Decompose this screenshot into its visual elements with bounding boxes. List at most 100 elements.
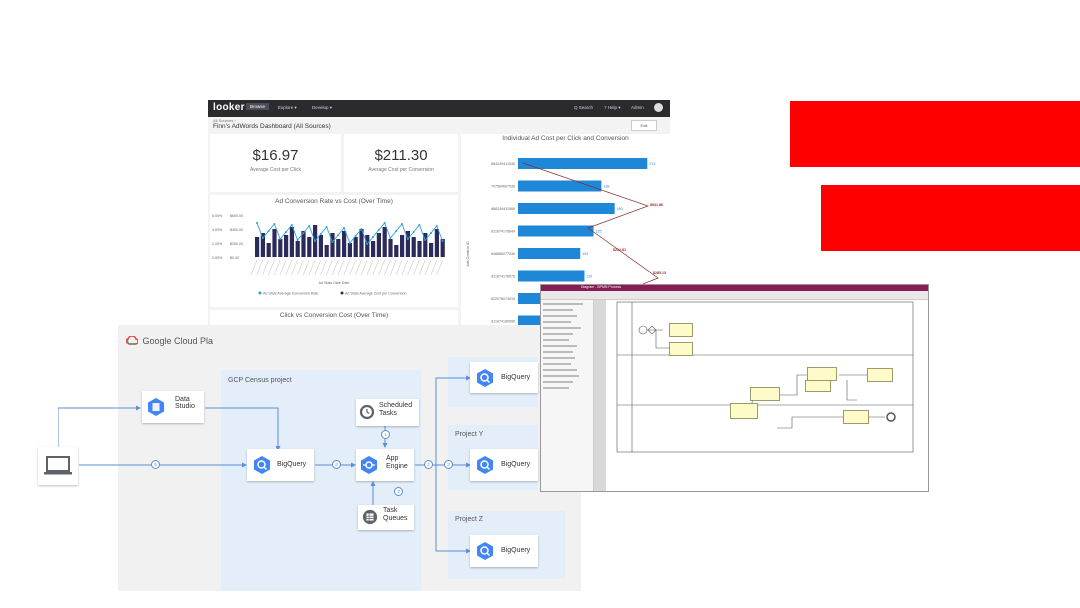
bar	[371, 241, 376, 257]
line-point	[319, 233, 322, 235]
x-tick-label	[343, 259, 350, 276]
nav-help[interactable]: ? Help ▾	[604, 105, 621, 111]
x-tick-label	[268, 259, 275, 276]
line-point	[273, 223, 276, 225]
bar	[255, 237, 260, 257]
nav-develop[interactable]: Develop ▾	[312, 105, 332, 111]
line-point	[395, 230, 398, 232]
step-badge: 2	[424, 460, 433, 469]
x-tick-label	[285, 259, 292, 276]
x-tick-label	[366, 259, 374, 276]
x-tick-label	[332, 259, 339, 276]
bar	[342, 231, 347, 257]
line-point	[331, 241, 334, 243]
app-engine-label: App Engine	[386, 455, 408, 470]
line-point	[360, 228, 363, 230]
line-point	[389, 237, 392, 239]
x-tick-label	[291, 259, 298, 276]
y-tick-label: $600.00	[230, 214, 243, 218]
chart1-plot: 6.00% 4.00% 2.00% 0.00% $600.00 $400.00 $200.0…	[212, 214, 445, 296]
bpmn-canvas	[607, 300, 917, 491]
line-point	[343, 227, 345, 229]
legend-entry: Ad Stats Average Cost per Conversion	[345, 292, 406, 296]
clock-icon	[359, 404, 375, 420]
app-engine-icon	[361, 456, 377, 474]
bar	[429, 243, 434, 257]
x-tick-label	[430, 259, 437, 276]
red-bar-bottom	[821, 185, 1080, 251]
legend-entry: Ad Stats Average Conversion Rate	[263, 292, 318, 296]
bar	[434, 229, 439, 257]
kpi-tile-cost-per-conversion: $211.30 Average Cost per Conversion	[344, 134, 458, 192]
x-tick-label	[274, 259, 281, 276]
line-point	[325, 226, 328, 228]
step-badge: 4	[332, 460, 341, 469]
user-avatar-icon[interactable]	[654, 103, 663, 112]
kpi-value: $211.30	[374, 147, 428, 164]
bar	[394, 245, 399, 257]
x-tick-label	[355, 259, 362, 276]
bar-value-label: 160	[617, 207, 623, 211]
y2-tick-label: 2.00%	[212, 242, 223, 246]
x-tick-label	[250, 259, 258, 276]
kpi-tile-cost-per-click: $16.97 Average Cost per Click	[210, 134, 341, 192]
bar	[382, 227, 387, 257]
bigquery-label: BigQuery	[501, 461, 531, 468]
bigquery-icon	[477, 456, 493, 474]
category-label: 822076074934	[491, 297, 515, 301]
data-studio-label: Data Studio	[175, 396, 195, 410]
x-tick-label	[279, 259, 287, 276]
bar-value-label: 125	[596, 230, 602, 234]
x-axis-label: Ad Stats Date Date	[319, 281, 350, 285]
x-tick-label	[297, 259, 304, 276]
nav-explore[interactable]: Explore ▾	[278, 105, 297, 111]
bar	[518, 203, 615, 214]
category-label: 707584607536	[491, 185, 515, 189]
y-tick-label: $400.00	[230, 228, 243, 232]
task-queues-card: Task Queues	[358, 505, 414, 530]
bigquery-icon	[477, 542, 493, 560]
bar	[278, 239, 283, 257]
bar	[353, 237, 358, 257]
scheduled-tasks-card: Scheduled Tasks	[356, 399, 419, 426]
bar	[324, 245, 329, 257]
bar-value-label: 138	[603, 185, 609, 189]
category-label: 811674178576	[491, 275, 515, 279]
bigquery-card-project-z: BigQuery	[470, 535, 538, 567]
bar	[518, 158, 648, 169]
y2-tick-label: 6.00%	[212, 214, 223, 218]
laptop-arrows	[58, 407, 118, 466]
y-tick-label: $200.00	[230, 242, 243, 246]
x-tick-label	[262, 259, 269, 276]
line-point	[279, 238, 282, 240]
legend-marker	[340, 291, 344, 295]
line-point-label: $541.86	[650, 203, 663, 207]
task-queue-icon	[362, 509, 378, 525]
nav-search[interactable]: Q Search	[574, 105, 593, 110]
line-point	[412, 231, 415, 233]
bar	[417, 241, 422, 257]
y-axis-label: Ads Creative ID	[466, 241, 470, 267]
scheduled-tasks-label: Scheduled Tasks	[379, 402, 413, 417]
line-point	[377, 229, 380, 231]
x-tick-label	[314, 259, 321, 276]
looker-top-bar: looker Browse Explore ▾ Develop ▾ Q Sear…	[208, 100, 670, 117]
category-label: 884249411536	[491, 162, 515, 166]
bigquery-card: BigQuery	[247, 449, 314, 481]
bigquery-card-project-x: BigQuery	[470, 362, 538, 393]
nav-browse[interactable]: Browse	[246, 103, 270, 110]
bar	[518, 270, 585, 282]
line-point	[430, 232, 432, 234]
bpmn-task	[867, 368, 893, 382]
edit-button[interactable]: Edit	[631, 120, 657, 131]
nav-admin[interactable]: Admin	[631, 105, 644, 110]
bar	[347, 243, 352, 257]
bar	[365, 235, 370, 257]
bar	[318, 235, 323, 257]
x-tick-label	[303, 259, 310, 276]
bar	[400, 235, 405, 257]
line-point	[261, 237, 264, 239]
line-point-label: $285.13	[653, 271, 666, 275]
bigquery-label: BigQuery	[501, 374, 531, 381]
app-engine-card: App Engine	[356, 449, 414, 481]
